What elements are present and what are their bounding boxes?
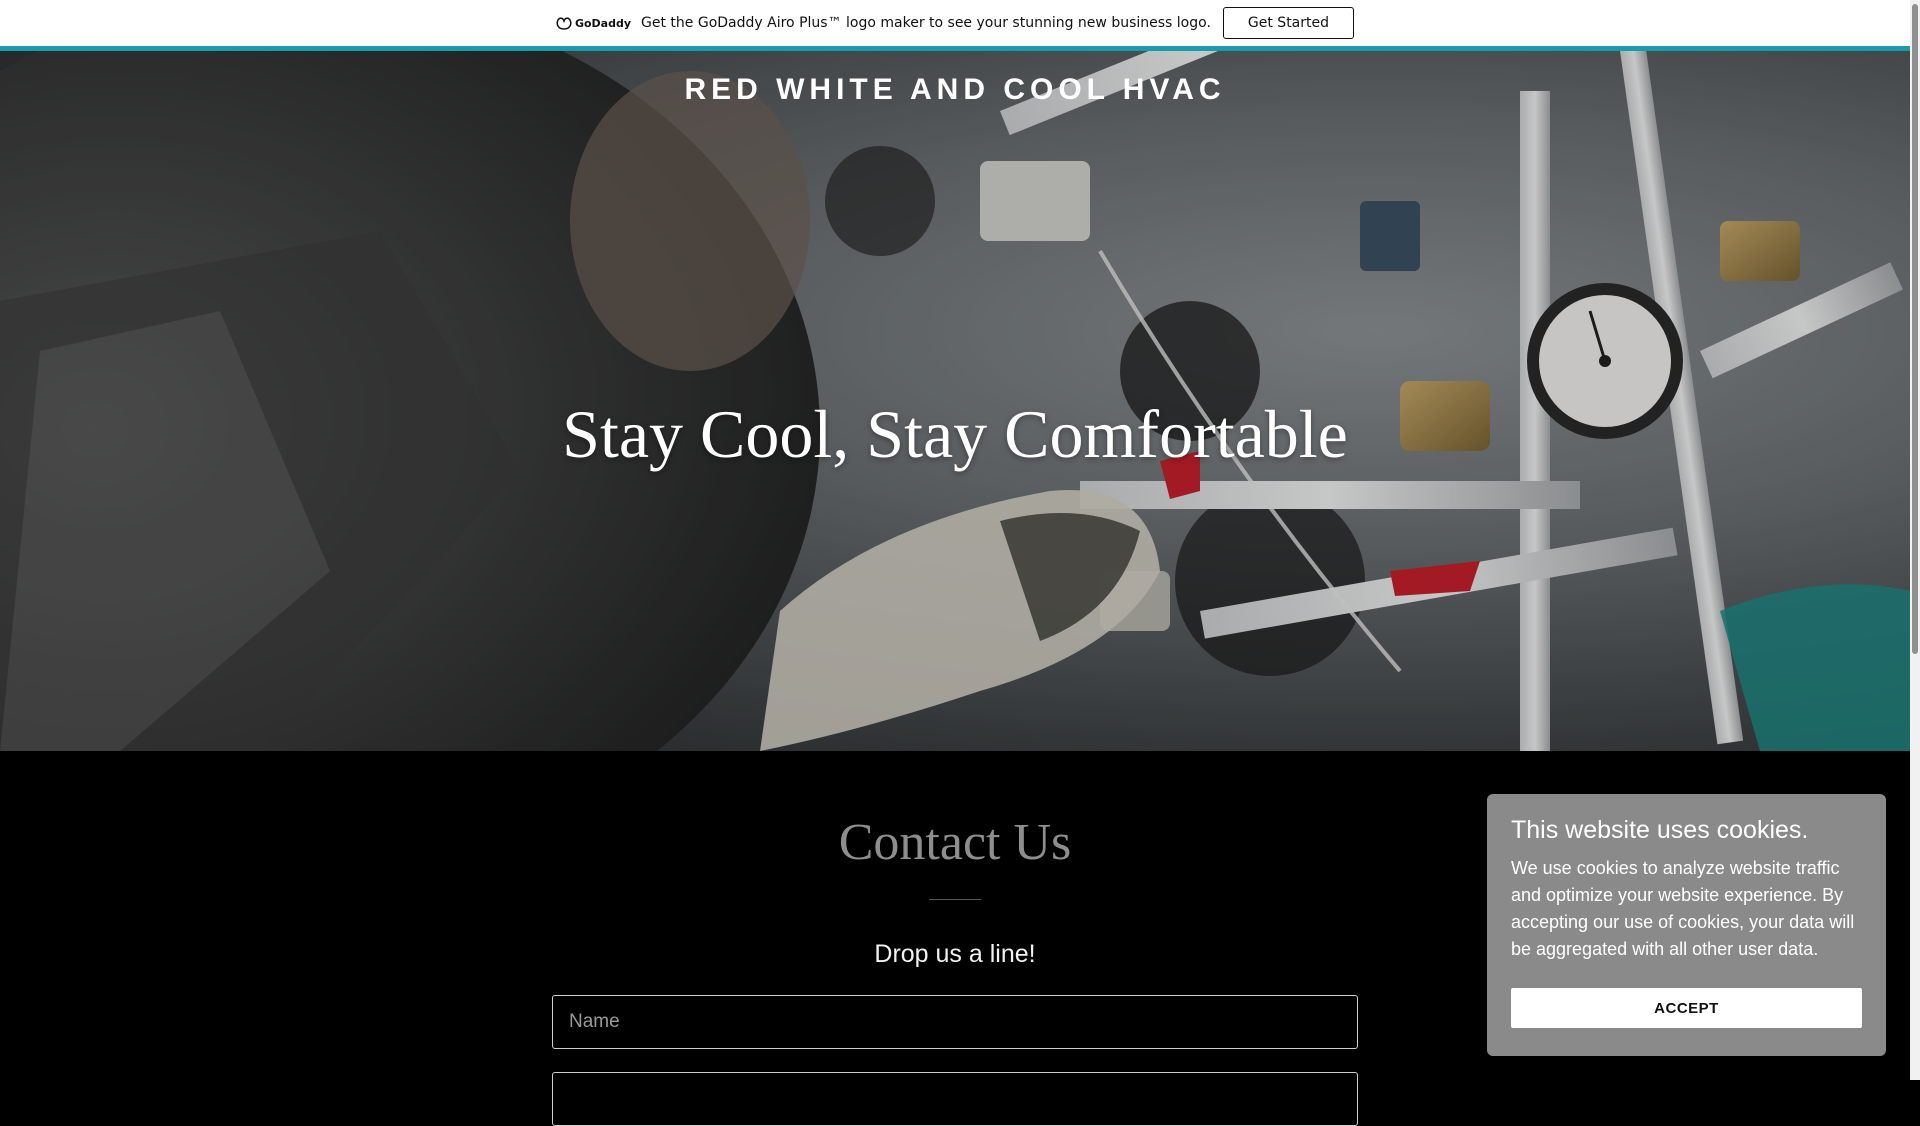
godaddy-mark-icon [556,17,572,30]
accept-cookies-button[interactable]: ACCEPT [1511,988,1862,1028]
cookie-message: We use cookies to analyze website traffi… [1511,858,1855,959]
cookie-title: This website uses cookies. [1511,816,1809,844]
godaddy-wordmark: GoDaddy [574,16,632,30]
godaddy-logo: GoDaddy [556,16,631,30]
hero-section: RED WHITE AND COOL HVAC Stay Cool, Stay … [0,51,1910,751]
scrollbar-thumb[interactable] [1912,4,1918,654]
section-divider [929,899,981,900]
name-input[interactable] [552,995,1358,1049]
get-started-button[interactable]: Get Started [1222,7,1355,39]
page-scrollbar[interactable] [1910,0,1920,1080]
next-form-field[interactable] [552,1072,1358,1126]
promo-bar: GoDaddy Get the GoDaddy Airo Plus™ logo … [0,0,1910,46]
hero-heading: Stay Cool, Stay Comfortable [562,396,1348,472]
promo-message: Get the GoDaddy Airo Plus™ logo maker to… [641,15,1211,31]
site-title[interactable]: RED WHITE AND COOL HVAC [0,73,1910,107]
cookie-banner: This website uses cookies. We use cookie… [1487,794,1886,1056]
